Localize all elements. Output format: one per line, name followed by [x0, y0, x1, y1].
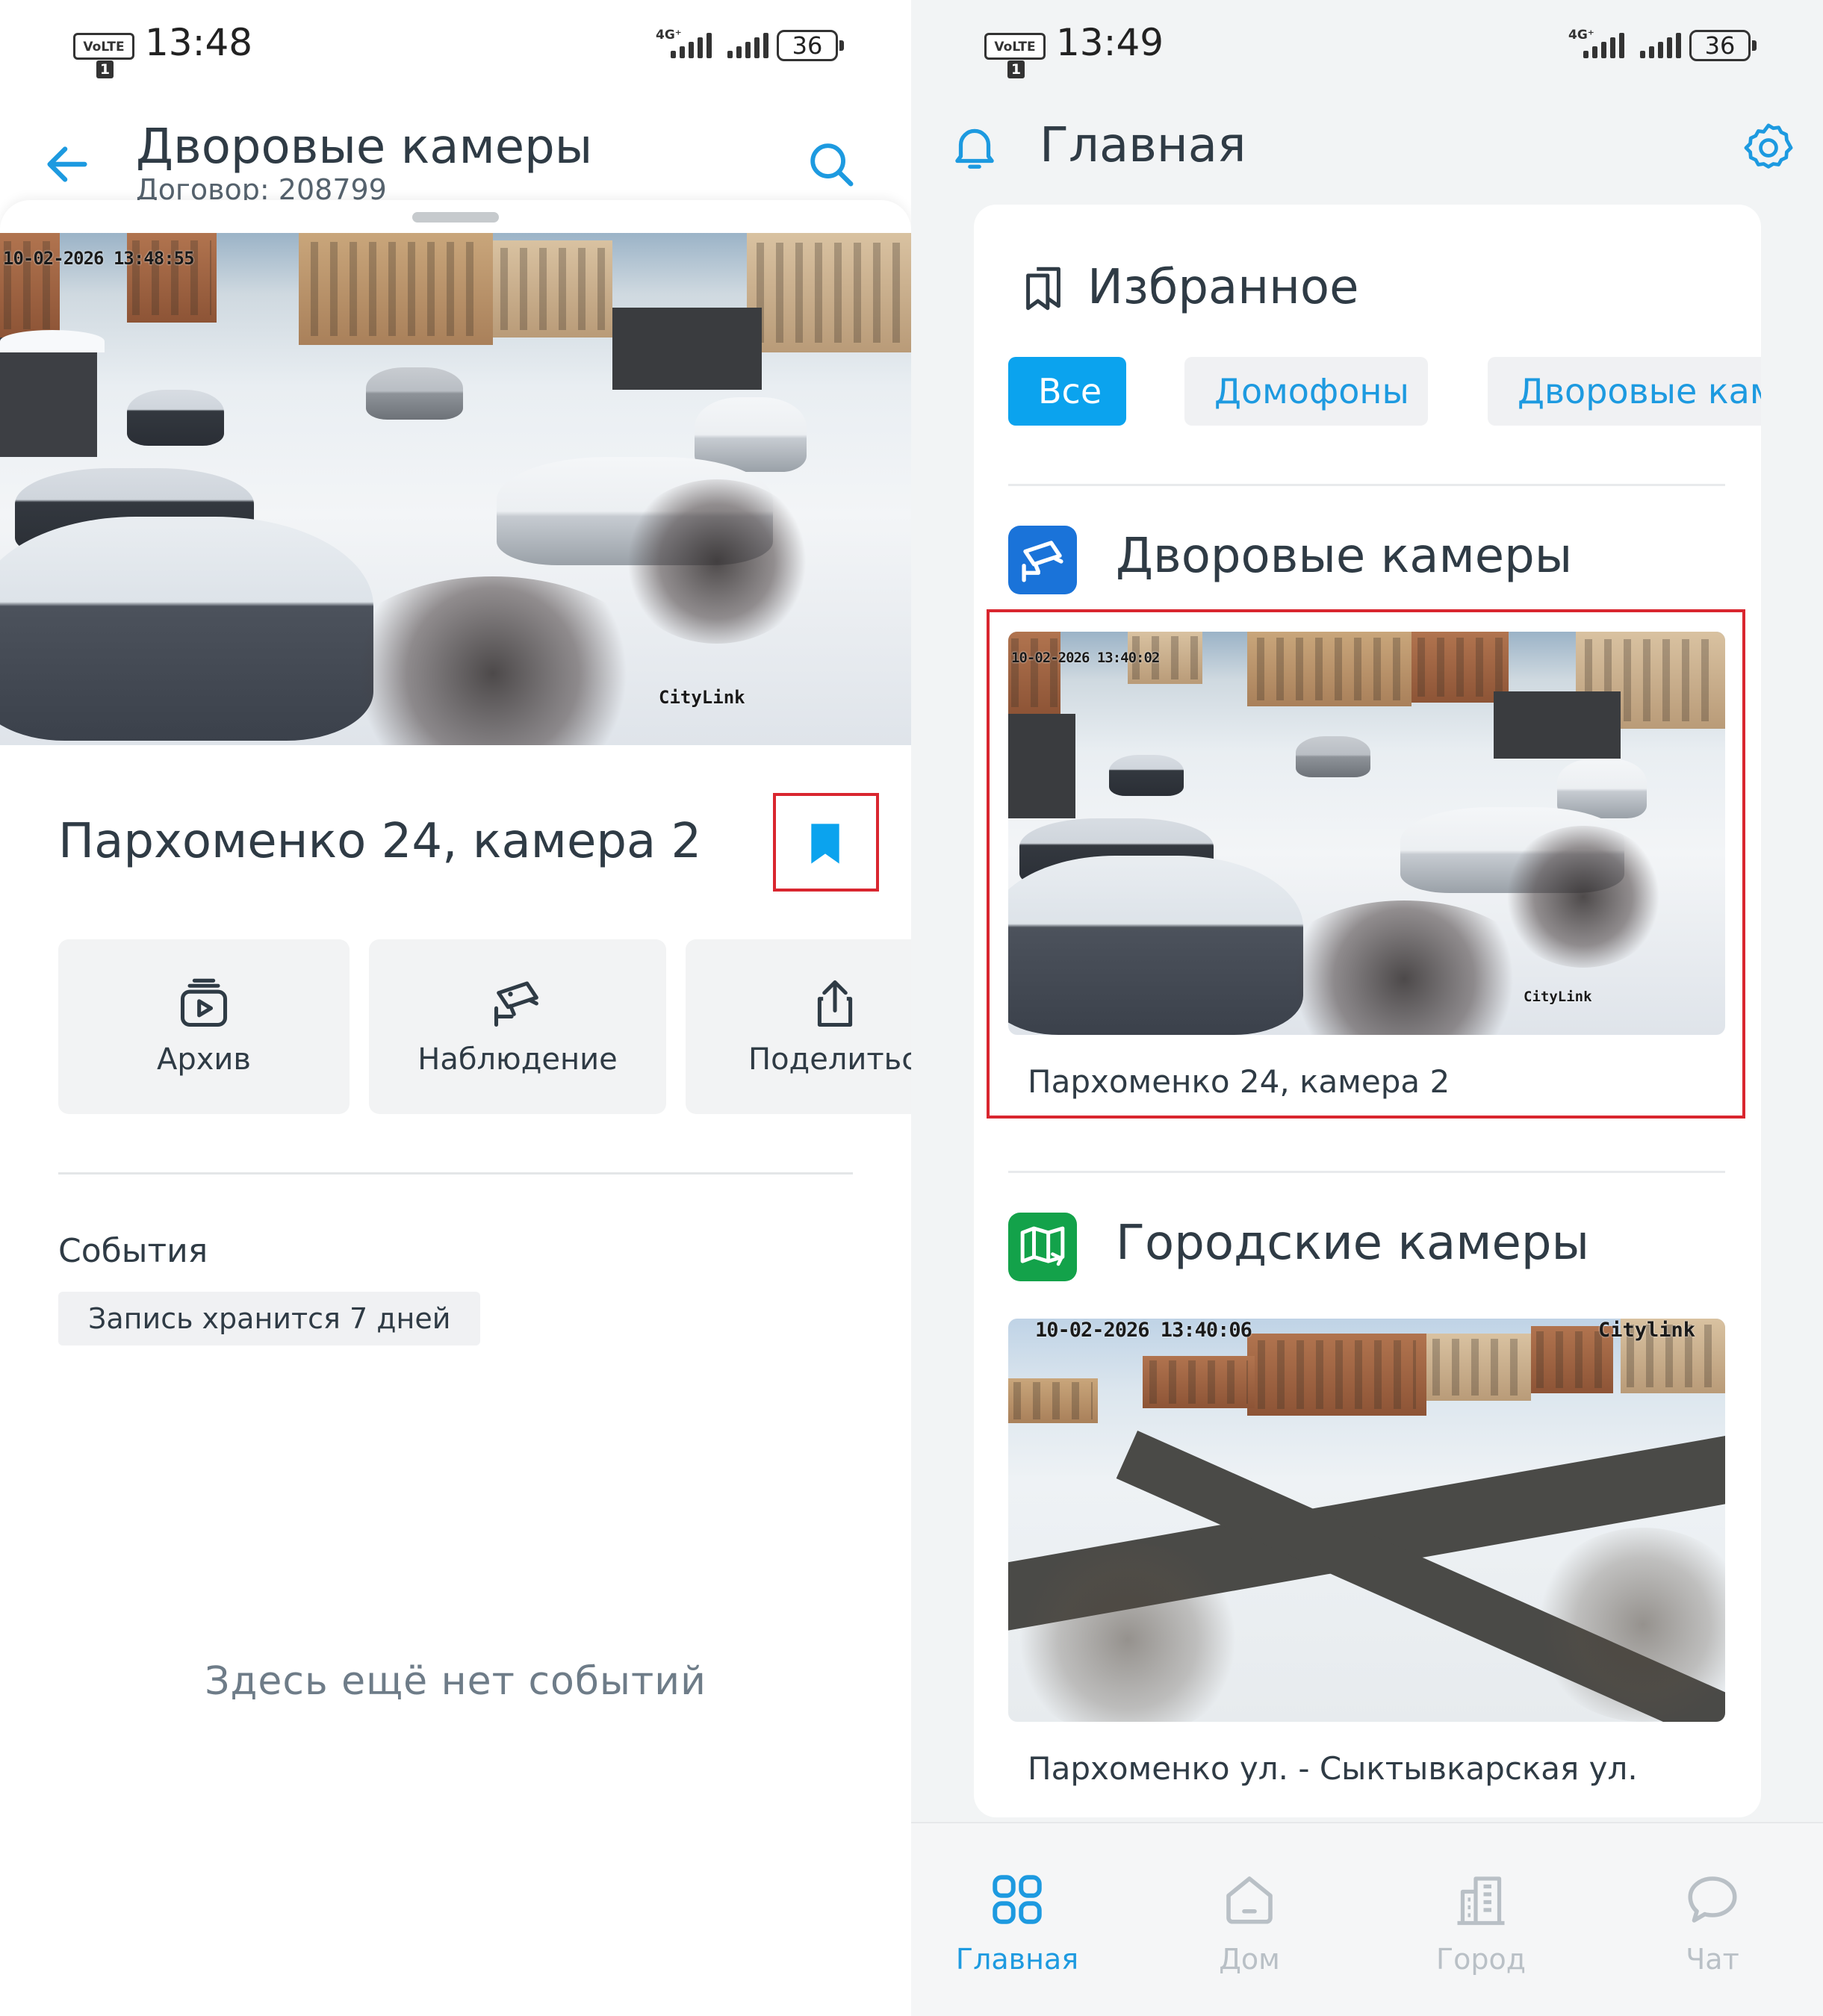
bell-icon[interactable]	[947, 119, 1002, 175]
video-watermark: Citylink	[1598, 1319, 1696, 1342]
volte-badge: VoLTE1	[984, 33, 1046, 78]
city-map-icon	[1008, 1213, 1077, 1281]
share-button[interactable]: Поделиться	[686, 939, 911, 1114]
camera-cutout	[597, 49, 623, 75]
video-timestamp: 10-02-2026 13:48:55	[3, 248, 195, 269]
tab-label: Чат	[1686, 1943, 1739, 1976]
archive-play-icon	[180, 978, 228, 1027]
bookmarks-icon	[1026, 267, 1060, 311]
video-timestamp: 10-02-2026 13:40:02	[1011, 650, 1160, 666]
tab-home[interactable]: Главная	[911, 1868, 1129, 1976]
bottom-tab-bar: Главная Дом Город Чат	[911, 1822, 1823, 2016]
section-divider	[58, 1172, 853, 1175]
gear-icon[interactable]	[1740, 119, 1797, 176]
video-watermark: CityLink	[659, 687, 745, 708]
city-camera-thumbnail[interactable]: 10-02-2026 13:40:06 Citylink	[1008, 1319, 1725, 1722]
section-title-yard-cameras[interactable]: Дворовые камеры	[1116, 529, 1572, 584]
camera-video[interactable]: 10-02-2026 13:48:55 CityLink	[0, 233, 911, 745]
sheet-drag-handle[interactable]	[412, 212, 499, 223]
status-time: 13:48	[145, 21, 253, 64]
signal-icon	[727, 28, 772, 58]
favorites-filter-chips: Все Домофоны Дворовые камеры	[1008, 357, 1761, 426]
section-divider	[1008, 484, 1725, 486]
signal-icon	[1640, 28, 1685, 58]
battery-icon: 36	[1689, 30, 1757, 61]
tab-house[interactable]: Дом	[1137, 1868, 1361, 1976]
archive-button[interactable]: Архив	[58, 939, 350, 1114]
city-camera-caption[interactable]: Пархоменко ул. - Сыктывкарская ул.	[1028, 1750, 1638, 1787]
share-icon	[817, 980, 853, 1027]
page-title: Дворовые камеры	[136, 119, 593, 175]
tab-chat[interactable]: Чат	[1600, 1868, 1823, 1976]
video-watermark: CityLink	[1524, 989, 1592, 1005]
chat-icon	[1688, 1876, 1737, 1923]
section-title-city-cameras[interactable]: Городские камеры	[1116, 1216, 1589, 1271]
signal-icon: 4G⁺	[1568, 28, 1628, 58]
yard-camera-thumbnail[interactable]: 10-02-2026 13:40:02 CityLink	[1008, 632, 1725, 1035]
signal-icon: 4G⁺	[656, 28, 715, 58]
search-icon[interactable]	[805, 138, 857, 190]
filter-chip-all[interactable]: Все	[1008, 357, 1126, 426]
cctv-camera-icon	[494, 981, 538, 1027]
video-timestamp: 10-02-2026 13:40:06	[1035, 1319, 1252, 1342]
retention-badge: Запись хранится 7 дней	[58, 1292, 481, 1345]
home-icon	[1226, 1876, 1273, 1924]
status-bar: VoLTE1 13:49 4G⁺ 36	[911, 0, 1823, 90]
back-arrow-icon[interactable]	[41, 138, 93, 190]
live-view-button[interactable]: Наблюдение	[369, 939, 666, 1114]
events-empty-state: Здесь ещё нет событий	[205, 1659, 706, 1704]
cctv-camera-icon	[1008, 526, 1077, 594]
home-screen: VoLTE1 13:49 4G⁺ 36 Главная Избранное Вс…	[911, 0, 1823, 2016]
grid-icon	[993, 1875, 1042, 1924]
tab-label: Дом	[1219, 1943, 1280, 1976]
tab-label: Главная	[955, 1943, 1079, 1976]
tab-label: Город	[1435, 1943, 1527, 1976]
yard-camera-caption[interactable]: Пархоменко 24, камера 2	[1028, 1063, 1450, 1100]
section-divider	[1008, 1171, 1725, 1173]
status-bar: VoLTE1 13:48 4G⁺ 36	[0, 0, 911, 90]
camera-title: Пархоменко 24, камера 2	[58, 814, 702, 869]
battery-icon: 36	[777, 30, 844, 61]
tab-city[interactable]: Город	[1369, 1868, 1593, 1976]
bookmark-icon[interactable]	[801, 818, 849, 869]
share-label: Поделиться	[748, 1042, 911, 1077]
events-heading: События	[58, 1232, 208, 1270]
page-title: Главная	[1040, 118, 1246, 173]
filter-chip-yard-cameras[interactable]: Дворовые камеры	[1488, 357, 1761, 426]
live-view-label: Наблюдение	[417, 1042, 618, 1077]
archive-label: Архив	[157, 1042, 251, 1077]
building-icon	[1457, 1876, 1505, 1926]
status-time: 13:49	[1056, 21, 1164, 64]
volte-badge: VoLTE1	[73, 33, 134, 78]
favorites-title: Избранное	[1087, 260, 1359, 315]
filter-chip-intercoms[interactable]: Домофоны	[1184, 357, 1428, 426]
camera-detail-screen: VoLTE1 13:48 4G⁺ 36 Дворовые камеры Дого…	[0, 0, 911, 2016]
